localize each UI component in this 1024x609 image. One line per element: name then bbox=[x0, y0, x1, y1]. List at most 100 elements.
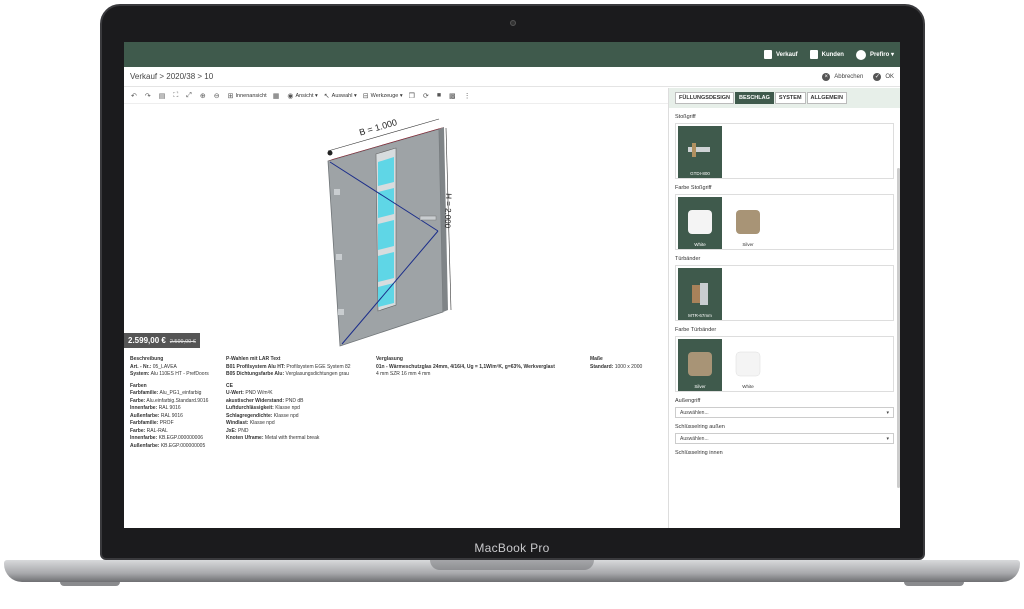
grid-icon: ▦ bbox=[272, 92, 280, 100]
lock-icon bbox=[327, 150, 333, 156]
stossgriff-title: Stoßgriff bbox=[675, 114, 696, 120]
innenansicht-button[interactable]: ⊞ Innenansicht bbox=[228, 92, 267, 100]
beschreibung-title: Beschreibung bbox=[130, 356, 164, 362]
rotate-icon: ⟳ bbox=[422, 92, 429, 100]
farben-row: Farbe: RAL-RAL bbox=[130, 428, 226, 436]
panel-scrollbar[interactable] bbox=[897, 168, 900, 488]
fit-button[interactable]: ⛶ bbox=[173, 92, 180, 100]
tab-fuellungsdesign[interactable]: FÜLLUNGSDESIGN bbox=[675, 92, 735, 104]
redo-button[interactable]: ↷ bbox=[145, 92, 153, 100]
farbe-turbander-options: Silver White bbox=[675, 336, 894, 392]
nav-verkauf[interactable]: Verkauf bbox=[763, 50, 798, 59]
list-icon: ▤ bbox=[158, 92, 166, 100]
qr-button[interactable]: ▩ bbox=[449, 92, 458, 100]
masse-title: Maße bbox=[590, 356, 603, 362]
ce-title: CE bbox=[226, 382, 233, 389]
farbe-turbander-white[interactable]: White bbox=[726, 339, 770, 391]
farbe-stossgriff-section: Farbe Stoßgriff White Silver bbox=[675, 185, 894, 250]
grid-button[interactable]: ▦ bbox=[273, 92, 282, 100]
laptop-foot-right bbox=[904, 582, 964, 586]
farben-value: RAL 9016 bbox=[160, 412, 183, 419]
farbe-turbander-silver[interactable]: Silver bbox=[678, 339, 722, 391]
verglasung-line-1: 01n - Wärmeschutzglas 24mm, 4/16/4, Ug =… bbox=[376, 363, 555, 370]
farben-list: Farbfamilie: Alu_PG1_einfarbig Farbe: Alu… bbox=[130, 390, 226, 450]
user-icon bbox=[855, 49, 866, 60]
ce-key: U-Wert: bbox=[226, 390, 244, 396]
zoom-out-button[interactable]: ⊖ bbox=[214, 92, 222, 100]
camera-icon: ■ bbox=[436, 92, 442, 99]
ansicht-label: Ansicht bbox=[295, 92, 314, 99]
art-value: 05_LAVEA bbox=[152, 363, 177, 370]
camera-button[interactable]: ■ bbox=[437, 92, 443, 99]
undo-button[interactable]: ↶ bbox=[131, 92, 139, 100]
door-handle bbox=[419, 215, 437, 221]
farben-key: Farbfamilie: bbox=[130, 390, 159, 396]
white-swatch-icon bbox=[735, 351, 761, 377]
chevron-down-icon: ▾ bbox=[886, 409, 889, 416]
door-drawing: B = 1.000 H = 2.000 bbox=[327, 117, 453, 347]
hinge-top bbox=[334, 189, 340, 195]
nav-kunden-label: Kunden bbox=[821, 51, 844, 58]
pwahlen-l1-value: Profilsystem EGE System 82 bbox=[286, 363, 351, 370]
ce-key: Knoten Uframe: bbox=[226, 435, 264, 441]
more-button[interactable]: ⋮ bbox=[464, 92, 473, 100]
door-3d-viewer[interactable]: B = 1.000 H = 2.000 bbox=[124, 104, 668, 349]
farbe-stossgriff-silver[interactable]: Silver bbox=[726, 197, 770, 249]
system-label: System: bbox=[130, 371, 150, 377]
panel-tabs: FÜLLUNGSDESIGN BESCHLAG SYSTEM ALLGEMEIN bbox=[669, 88, 900, 108]
rotate-button[interactable]: ⟳ bbox=[423, 92, 431, 100]
turbander-options: MTR-67mm bbox=[675, 265, 894, 321]
silver-swatch-icon bbox=[688, 352, 712, 376]
hinge-bottom bbox=[338, 309, 344, 315]
expand-icon: ⤢ bbox=[186, 91, 192, 99]
check-icon: ✓ bbox=[873, 72, 882, 81]
zoom-in-button[interactable]: ⊕ bbox=[200, 92, 208, 100]
farben-value: KB.EGP.000000006 bbox=[158, 435, 204, 441]
farben-value: RAL-RAL bbox=[146, 427, 168, 434]
eye-icon: ◉ bbox=[287, 92, 294, 100]
nav-kunden[interactable]: Kunden bbox=[809, 50, 844, 59]
verglasung-title: Verglasung bbox=[376, 356, 403, 362]
farbe-stossgriff-white-label: White bbox=[694, 242, 706, 247]
ok-button[interactable]: ✓ OK bbox=[873, 72, 894, 81]
height-label: H = 2.000 bbox=[443, 193, 453, 229]
masse-value: 1000 x 2000 bbox=[614, 363, 643, 370]
price-old: 2.599,00 € bbox=[169, 339, 196, 345]
aussengriff-select[interactable]: Auswählen... ▾ bbox=[675, 407, 894, 418]
user-name: Prefiro bbox=[869, 51, 890, 58]
expand-button[interactable]: ⤢ bbox=[186, 92, 194, 100]
user-menu[interactable]: Prefiro ▾ bbox=[855, 49, 894, 60]
farben-row: Außenfarbe: KB.EGP.000000005 bbox=[130, 443, 226, 451]
ce-value: Klasse npd bbox=[249, 420, 275, 426]
tab-beschlag[interactable]: BESCHLAG bbox=[735, 92, 774, 104]
werkzeuge-menu[interactable]: ⊟ Werkzeuge ▾ bbox=[363, 92, 403, 100]
breadcrumb[interactable]: Verkauf > 2020/38 > 10 bbox=[130, 72, 213, 81]
stossgriff-option-gtdi[interactable]: GTDI-800 bbox=[678, 126, 722, 178]
farben-row: Farbfamilie: PROF bbox=[130, 420, 226, 428]
laptop-foot-left bbox=[60, 582, 120, 586]
ansicht-menu[interactable]: ◉ Ansicht ▾ bbox=[287, 92, 317, 100]
turbander-option-mtr[interactable]: MTR-67mm bbox=[678, 268, 722, 320]
farbe-stossgriff-white[interactable]: White bbox=[678, 197, 722, 249]
ce-row: JxE: PND bbox=[226, 428, 376, 436]
farbe-stossgriff-silver-label: Silver bbox=[742, 242, 754, 247]
tab-allgemein[interactable]: ALLGEMEIN bbox=[806, 92, 847, 104]
hinge-middle bbox=[336, 254, 342, 260]
tab-system[interactable]: SYSTEM bbox=[774, 92, 806, 104]
farben-key: Außenfarbe: bbox=[130, 412, 160, 419]
glass-pane-1 bbox=[378, 157, 394, 186]
view-icon: ⊞ bbox=[227, 92, 234, 100]
copy-button[interactable]: ❐ bbox=[409, 92, 417, 100]
auswahl-label: Auswahl bbox=[331, 92, 353, 99]
masse-label: Standard: bbox=[590, 363, 614, 370]
schluesselring-aussen-select[interactable]: Auswählen... ▾ bbox=[675, 433, 894, 444]
auswahl-menu[interactable]: ↖ Auswahl ▾ bbox=[324, 92, 357, 100]
copy-icon: ❐ bbox=[408, 92, 415, 100]
price-badge: 2.599,00 € 2.599,00 € bbox=[124, 333, 200, 348]
ce-key: akustischer Widerstand: bbox=[226, 397, 285, 404]
cancel-button[interactable]: × Abbrechen bbox=[822, 72, 863, 81]
glass-pane-2 bbox=[378, 188, 394, 218]
schluesselring-innen-title: Schlüsselring innen bbox=[675, 450, 723, 456]
list-button[interactable]: ▤ bbox=[159, 92, 168, 100]
undo-icon: ↶ bbox=[131, 92, 137, 100]
